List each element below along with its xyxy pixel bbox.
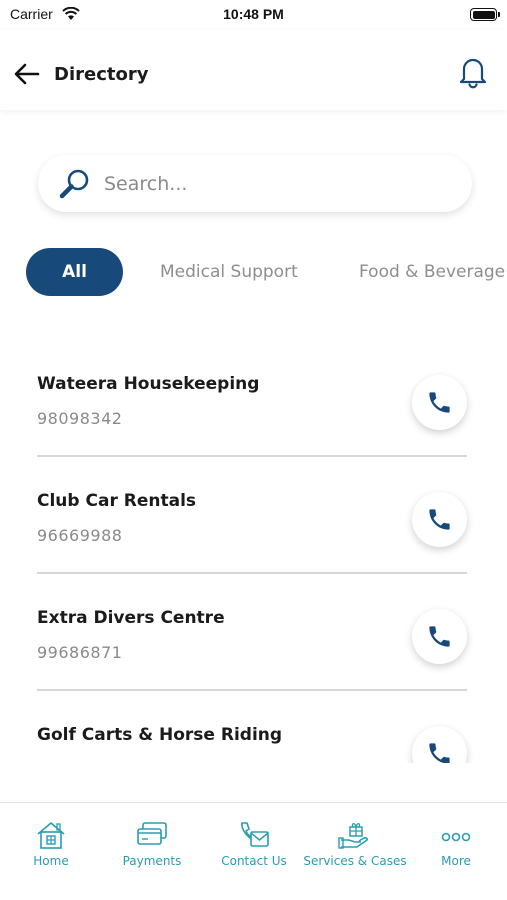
tab-more[interactable]: More <box>420 803 492 878</box>
payments-icon <box>137 822 167 845</box>
tab-label: Services & Cases <box>303 854 407 868</box>
tab-home[interactable]: Home <box>11 803 91 878</box>
directory-item-name: Club Car Rentals <box>37 491 197 511</box>
phone-icon <box>429 626 450 647</box>
call-button[interactable] <box>412 726 467 763</box>
tab-payments[interactable]: Payments <box>112 803 192 878</box>
call-button[interactable] <box>412 375 467 430</box>
app-header: Directory <box>0 30 507 110</box>
call-button[interactable] <box>412 609 467 664</box>
tab-contact-us[interactable]: Contact Us <box>212 803 296 878</box>
chip-all[interactable]: All <box>26 248 123 296</box>
chip-medical-support[interactable]: Medical Support <box>160 248 298 296</box>
phone-icon <box>429 509 450 530</box>
back-button[interactable] <box>12 61 42 87</box>
bottom-tab-bar: Home Payments Contact Us Services & Case… <box>0 802 507 900</box>
search-input[interactable] <box>104 165 444 202</box>
directory-item-phone: 99686871 <box>37 643 123 662</box>
more-icon <box>441 832 471 842</box>
services-icon <box>338 822 369 849</box>
directory-item: Club Car Rentals 96669988 <box>0 457 507 574</box>
directory-item: Extra Divers Centre 99686871 <box>0 574 507 691</box>
phone-icon <box>429 392 450 413</box>
bell-icon <box>459 58 487 89</box>
tab-label: Contact Us <box>221 854 287 868</box>
tab-services-cases[interactable]: Services & Cases <box>300 803 410 878</box>
directory-item-phone: 98098342 <box>37 409 123 428</box>
status-bar: Carrier 10:48 PM <box>0 0 507 30</box>
tab-label: Payments <box>122 854 182 868</box>
call-button[interactable] <box>412 492 467 547</box>
tab-label: Home <box>33 854 69 868</box>
category-filter-bar: All Medical Support Food & Beverage <box>0 248 507 296</box>
search-icon <box>59 169 89 199</box>
directory-item: Wateera Housekeeping 98098342 <box>0 340 507 457</box>
clock: 10:48 PM <box>223 6 284 22</box>
chip-food-beverage[interactable]: Food & Beverage <box>359 248 505 296</box>
home-icon <box>37 822 65 849</box>
directory-item: Golf Carts & Horse Riding <box>0 691 507 763</box>
page-title: Directory <box>54 64 149 85</box>
directory-item-phone: 96669988 <box>37 526 123 545</box>
notifications-button[interactable] <box>457 55 489 89</box>
directory-item-name: Golf Carts & Horse Riding <box>37 725 283 745</box>
battery-icon <box>470 8 500 21</box>
directory-list: Wateera Housekeeping 98098342 Club Car R… <box>0 340 507 763</box>
search-bar[interactable] <box>38 155 472 212</box>
arrow-left-icon <box>14 63 40 85</box>
tab-label: More <box>441 854 471 868</box>
phone-icon <box>429 743 450 763</box>
directory-item-name: Extra Divers Centre <box>37 608 225 628</box>
directory-item-name: Wateera Housekeeping <box>37 374 260 394</box>
contact-us-icon <box>241 822 269 847</box>
